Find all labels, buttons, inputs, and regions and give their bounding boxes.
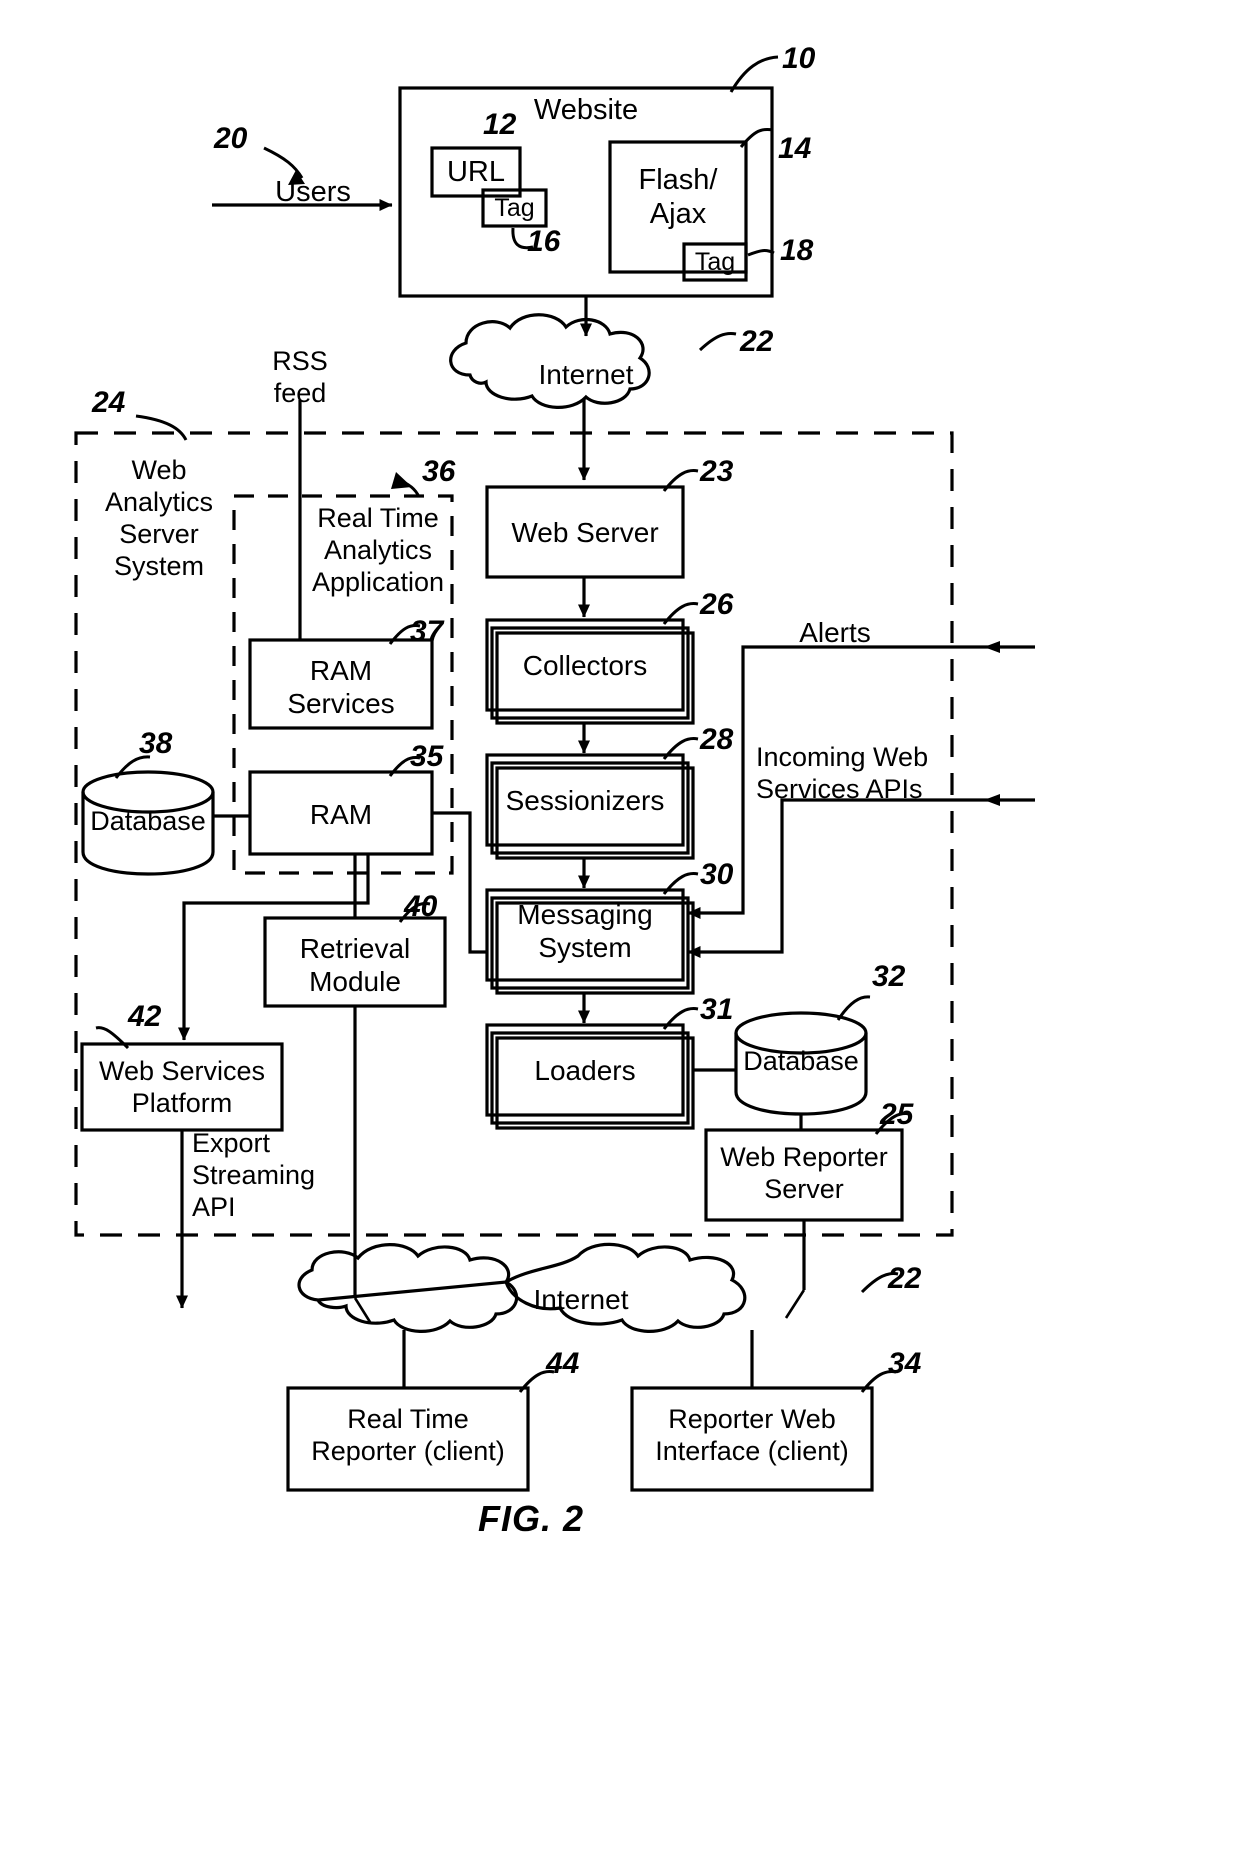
wsp-line1: Web Services	[98, 1056, 266, 1086]
ref-25: 25	[880, 1098, 914, 1131]
alerts-label: Alerts	[799, 617, 871, 648]
ref-16: 16	[527, 225, 561, 258]
rta-app-label: Real Time Analytics Application	[298, 503, 458, 599]
ref-24: 24	[92, 386, 126, 419]
web-reporter-server-label: Web Reporter Server	[706, 1142, 902, 1206]
ref-22-top: 22	[740, 325, 774, 358]
ram-services-line1: RAM	[309, 655, 373, 686]
was-line4: System	[113, 550, 205, 581]
website-label: Website	[533, 94, 639, 126]
collectors-label: Collectors	[522, 650, 648, 681]
rtr-line2: Reporter (client)	[311, 1435, 505, 1466]
ref-14: 14	[778, 132, 812, 165]
wrs-line1: Web Reporter	[720, 1142, 888, 1172]
web-server-label: Web Server	[511, 517, 659, 548]
rtr-line1: Real Time	[347, 1404, 469, 1434]
was-system-label: Web Analytics Server System	[84, 455, 234, 582]
ref-31: 31	[700, 993, 734, 1026]
ref-26: 26	[700, 588, 734, 621]
database-32-label: Database	[743, 1046, 859, 1076]
reporter-web-interface-label: Reporter Web Interface (client)	[632, 1404, 872, 1468]
ref-36: 36	[422, 455, 456, 488]
messaging-line1: Messaging	[517, 899, 653, 930]
rta-line1: Real Time	[317, 503, 439, 533]
ref-22-bottom: 22	[888, 1262, 922, 1295]
ref-38: 38	[139, 727, 173, 760]
alerts-inbound-arrow	[984, 641, 1000, 653]
ref-12: 12	[483, 108, 517, 141]
messaging-line2: System	[538, 932, 632, 964]
was-line3: Server	[119, 518, 199, 549]
was-line1: Web	[131, 455, 187, 485]
retrieval-line2: Module	[309, 966, 401, 998]
rss-line1: RSS	[272, 346, 328, 376]
ref-42: 42	[128, 1000, 162, 1033]
ref-30: 30	[700, 858, 734, 891]
flash-tag-label: Tag	[694, 248, 736, 276]
rwi-line2: Interface (client)	[655, 1435, 849, 1466]
internet-top-label: Internet	[538, 359, 634, 390]
esa-line3: API	[192, 1191, 236, 1222]
incoming-apis-label: Incoming Web Services APIs	[756, 742, 956, 806]
retrieval-line1: Retrieval	[299, 933, 411, 964]
incoming-line2: Services APIs	[756, 773, 923, 804]
rss-line2: feed	[273, 377, 327, 408]
ref-23: 23	[700, 455, 734, 488]
export-streaming-api-label: Export Streaming API	[192, 1128, 372, 1224]
figure-caption: FIG. 2	[478, 1498, 585, 1539]
ref-40: 40	[404, 890, 438, 923]
esa-line2: Streaming	[192, 1159, 316, 1190]
incoming-line1: Incoming Web	[756, 742, 929, 772]
ref-44: 44	[546, 1347, 580, 1380]
internet-cloud-bottom-left	[297, 1243, 519, 1333]
ram-services-line2: Services	[287, 688, 395, 720]
sessionizers-label: Sessionizers	[505, 785, 665, 816]
messaging-system-label: Messaging System	[487, 898, 683, 964]
incoming-apis-inbound-arrow	[984, 794, 1000, 806]
rss-feed-label: RSS feed	[240, 346, 360, 410]
flash-ajax-label: Flash/ Ajax	[610, 163, 746, 231]
rta-line2: Analytics	[323, 534, 433, 565]
rwi-line1: Reporter Web	[668, 1404, 836, 1434]
ref-10: 10	[782, 42, 816, 75]
flash-ajax-line2: Ajax	[649, 198, 707, 231]
flash-ajax-line1: Flash/	[638, 164, 718, 196]
url-label: URL	[446, 156, 505, 188]
database-38-label: Database	[90, 806, 206, 836]
url-tag-label: Tag	[494, 194, 535, 222]
internet-bottom-label: Internet	[533, 1284, 629, 1315]
incoming-apis-line	[687, 798, 995, 958]
wsp-line2: Platform	[131, 1087, 233, 1118]
was-line2: Analytics	[104, 486, 214, 517]
ram-label: RAM	[309, 799, 373, 830]
wrs-line2: Server	[764, 1173, 844, 1204]
ref-37: 37	[410, 615, 444, 648]
ref-28: 28	[700, 723, 734, 756]
rta-line3: Application	[311, 566, 445, 597]
ref-35: 35	[410, 740, 444, 773]
ram-services-label: RAM Services	[250, 654, 432, 720]
loaders-label: Loaders	[534, 1055, 636, 1086]
ref-18: 18	[780, 234, 814, 267]
users-label: Users	[275, 176, 351, 208]
esa-line1: Export	[192, 1128, 271, 1158]
ref-20: 20	[214, 122, 248, 155]
retrieval-module-label: Retrieval Module	[265, 932, 445, 998]
web-services-platform-label: Web Services Platform	[82, 1056, 282, 1120]
real-time-reporter-label: Real Time Reporter (client)	[288, 1404, 528, 1468]
ref-34: 34	[888, 1347, 922, 1380]
ref-32: 32	[872, 960, 906, 993]
